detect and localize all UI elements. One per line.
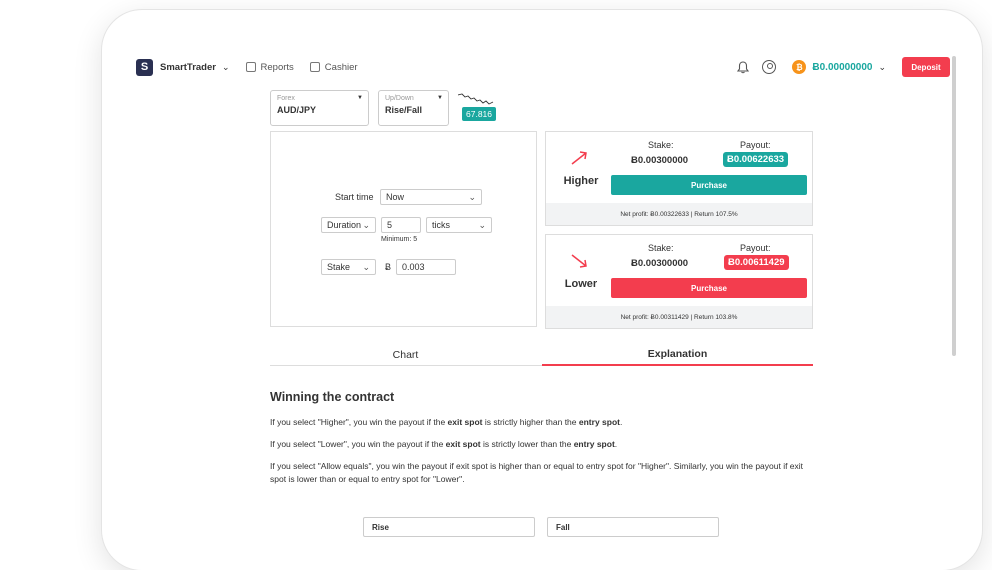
bell-icon[interactable] — [736, 60, 750, 74]
chevron-down-icon[interactable]: ⌄ — [222, 62, 230, 73]
amount-type-value: Stake — [327, 262, 351, 272]
higher-stake-label: Stake: — [648, 140, 674, 150]
duration-input[interactable]: 5 — [381, 217, 421, 233]
brand-name[interactable]: SmartTrader — [160, 62, 216, 73]
lower-payout-value: Ƀ0.00611429 — [724, 255, 789, 270]
currency-symbol: Ƀ — [385, 262, 392, 272]
lower-contract-card: Lower Stake: Ƀ0.00300000 Payout: Ƀ0.0061… — [545, 234, 813, 329]
deposit-button[interactable]: Deposit — [902, 57, 950, 77]
lower-stake-value: Ƀ0.00300000 — [631, 258, 689, 269]
explanation-heading: Winning the contract — [270, 390, 395, 404]
start-time-label: Start time — [335, 192, 374, 202]
lower-purchase-button[interactable]: Purchase — [611, 278, 807, 298]
start-time-select[interactable]: Now ⌄ — [380, 189, 482, 205]
dropdown-arrow-icon: ▼ — [357, 95, 363, 101]
higher-title: Higher — [563, 175, 599, 187]
duration-value: 5 — [387, 220, 393, 230]
lower-stake-label: Stake: — [648, 243, 674, 253]
explanation-paragraph-higher: If you select "Higher", you win the payo… — [270, 417, 623, 427]
arrow-down-right-icon — [571, 254, 587, 268]
arrow-up-right-icon — [571, 151, 587, 165]
trade-type-category: Up/Down — [385, 95, 414, 102]
app-window — [102, 10, 982, 570]
account-balance[interactable]: Ƀ0.00000000 — [812, 62, 872, 73]
fall-example-box: Fall — [547, 517, 719, 537]
scrollbar[interactable] — [952, 56, 956, 356]
market-value: AUD/JPY — [277, 105, 317, 115]
top-bar: S SmartTrader ⌄ Reports Cashier ₿ Ƀ0.000… — [136, 54, 950, 80]
nav-cashier[interactable]: Cashier — [309, 61, 358, 73]
higher-payout-label: Payout: — [740, 140, 771, 150]
start-time-value: Now — [386, 192, 405, 202]
tab-explanation[interactable]: Explanation — [542, 344, 813, 366]
higher-net-profit: Net profit: Ƀ0.00322633 | Return 107.5% — [546, 203, 812, 225]
market-selector[interactable]: Forex AUD/JPY ▼ — [270, 90, 369, 126]
duration-type-select[interactable]: Duration ⌄ — [321, 217, 376, 233]
trade-type-value: Rise/Fall — [385, 105, 423, 115]
chevron-down-icon: ⌄ — [468, 191, 476, 202]
chevron-down-icon: ⌄ — [478, 219, 486, 230]
higher-payout-value: Ƀ0.00622633 — [723, 152, 789, 167]
duration-minimum-note: Minimum: 5 — [381, 236, 418, 243]
chevron-down-icon: ⌄ — [362, 261, 370, 272]
higher-stake-value: Ƀ0.00300000 — [631, 155, 689, 166]
lower-title: Lower — [564, 278, 598, 290]
lower-payout-label: Payout: — [740, 243, 771, 253]
explanation-paragraph-allow-equals: If you select "Allow equals", you win th… — [270, 461, 804, 484]
smarttrader-logo[interactable]: S — [136, 58, 153, 76]
lower-net-profit: Net profit: Ƀ0.00311429 | Return 103.8% — [546, 306, 812, 328]
duration-type-value: Duration — [327, 220, 362, 230]
market-category: Forex — [277, 95, 295, 102]
dropdown-arrow-icon: ▼ — [437, 95, 443, 101]
higher-purchase-button[interactable]: Purchase — [611, 175, 807, 195]
trade-type-selector[interactable]: Up/Down Rise/Fall ▼ — [378, 90, 449, 126]
stake-value: 0.003 — [402, 262, 425, 272]
spot-price: 67.816 — [462, 107, 496, 121]
reports-icon — [245, 62, 256, 72]
duration-unit-select[interactable]: ticks ⌄ — [426, 217, 492, 233]
nav-reports[interactable]: Reports — [245, 61, 294, 73]
nav-reports-label: Reports — [260, 61, 294, 73]
account-icon[interactable] — [762, 60, 777, 74]
amount-type-select[interactable]: Stake ⌄ — [321, 259, 376, 275]
explanation-paragraph-lower: If you select "Lower", you win the payou… — [270, 439, 618, 449]
tab-chart[interactable]: Chart — [270, 344, 541, 366]
bitcoin-icon: ₿ — [792, 60, 807, 74]
stake-input[interactable]: 0.003 — [396, 259, 456, 275]
chevron-down-icon: ⌄ — [362, 219, 370, 230]
higher-contract-card: Higher Stake: Ƀ0.00300000 Payout: Ƀ0.006… — [545, 131, 813, 226]
cashier-icon — [309, 62, 320, 72]
view-tabs: Chart Explanation — [270, 344, 813, 366]
spot-sparkline — [458, 93, 494, 105]
balance-chevron-icon[interactable]: ⌄ — [878, 62, 886, 73]
duration-unit-value: ticks — [432, 220, 450, 230]
rise-example-box: Rise — [363, 517, 535, 537]
nav-cashier-label: Cashier — [324, 61, 358, 73]
